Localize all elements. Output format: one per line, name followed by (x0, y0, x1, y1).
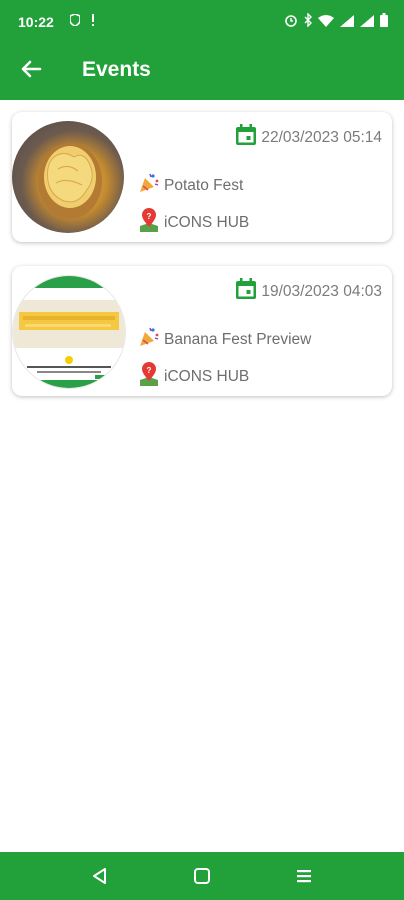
arrow-left-icon (18, 60, 44, 86)
event-date-row: 22/03/2023 05:14 (235, 124, 382, 151)
event-name: Banana Fest Preview (164, 330, 312, 348)
system-nav-bar (0, 852, 404, 900)
event-name: Potato Fest (164, 176, 244, 194)
party-popper-icon (138, 326, 160, 353)
calendar-icon (235, 278, 257, 305)
menu-lines-icon (294, 870, 314, 890)
nav-back-button[interactable] (90, 866, 110, 886)
calendar-icon (235, 124, 257, 151)
event-date: 19/03/2023 04:03 (261, 282, 382, 300)
app-bar: Events (0, 44, 404, 100)
nav-home-button[interactable] (192, 866, 212, 886)
events-screen: 10:22 Events 22/03/2023 05:14 Potato Fes… (0, 0, 404, 900)
status-right-icons (284, 12, 388, 32)
shield-icon (69, 13, 81, 29)
bluetooth-icon (304, 12, 312, 32)
svg-text:?: ? (147, 366, 152, 375)
event-location: iCONS HUB (164, 213, 250, 231)
location-pin-icon: ? (138, 208, 160, 237)
status-time: 10:22 (18, 14, 54, 30)
signal-icon (360, 14, 374, 32)
page-title: Events (82, 58, 151, 81)
status-bar: 10:22 (0, 0, 404, 44)
alarm-icon (284, 13, 298, 32)
event-location-row: ? iCONS HUB (138, 208, 249, 237)
back-button[interactable] (18, 56, 48, 86)
signal-icon (340, 14, 354, 32)
wifi-icon (318, 14, 334, 32)
party-popper-icon (138, 172, 160, 199)
event-image (12, 275, 126, 389)
event-date: 22/03/2023 05:14 (261, 128, 382, 146)
event-card[interactable]: 19/03/2023 04:03 Banana Fest Preview ? i… (12, 266, 392, 396)
event-location-row: ? iCONS HUB (138, 362, 249, 391)
alert-icon (90, 14, 96, 29)
event-name-row: Potato Fest (138, 172, 243, 199)
back-triangle-icon (90, 868, 110, 890)
event-location: iCONS HUB (164, 367, 250, 385)
battery-icon (380, 13, 388, 32)
nav-menu-button[interactable] (294, 866, 314, 886)
event-date-row: 19/03/2023 04:03 (235, 278, 382, 305)
home-square-icon (192, 868, 212, 890)
svg-text:?: ? (147, 212, 152, 221)
event-name-row: Banana Fest Preview (138, 326, 311, 353)
location-pin-icon: ? (138, 362, 160, 391)
event-card[interactable]: 22/03/2023 05:14 Potato Fest ? iCONS HUB (12, 112, 392, 242)
event-image (12, 121, 124, 233)
